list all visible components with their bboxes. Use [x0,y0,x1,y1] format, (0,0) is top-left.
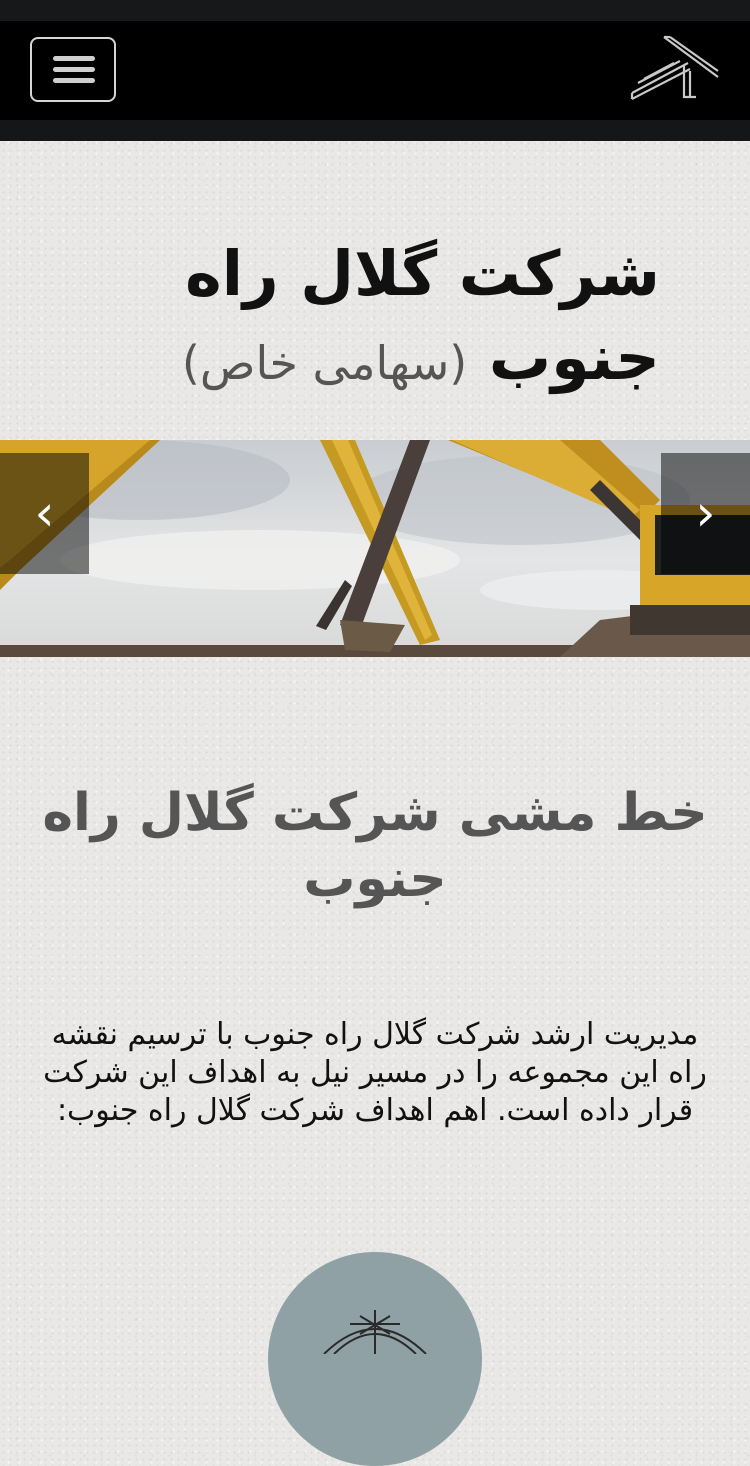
menu-toggle-button[interactable] [30,37,116,102]
navbar-border [0,120,750,141]
company-logo-icon[interactable] [626,35,722,103]
feature-circle [268,1252,482,1466]
mission-title: خط مشی شرکت گلال راه جنوب [42,783,708,909]
image-carousel[interactable]: ‹ › [0,440,750,657]
excavator-photo [0,440,750,657]
chevron-right-icon: › [695,484,716,542]
hero-heading: شرکت گلال راه جنوب (سهامی خاص) [90,232,660,405]
mission-body: مدیریت ارشد شرکت گلال راه جنوب با ترسیم … [43,1017,707,1128]
hamburger-menu-icon [53,56,95,61]
carousel-prev-button[interactable]: ‹ [0,453,89,574]
chevron-left-icon: ‹ [34,484,55,542]
hero-subtitle: (سهامی خاص) [181,336,468,390]
carousel-next-button[interactable]: › [661,453,750,574]
goal-icon [323,1310,427,1354]
navbar [0,21,750,120]
status-bar [0,0,750,21]
